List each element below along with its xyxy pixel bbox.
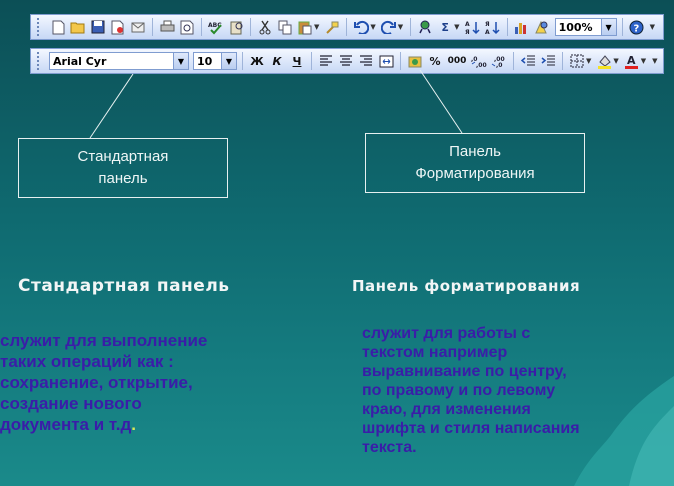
borders-dropdown-icon[interactable]: ▼ — [586, 57, 591, 65]
thousands-button[interactable]: 000 — [446, 52, 468, 70]
fill-color-dropdown-icon[interactable]: ▼ — [613, 57, 618, 65]
font-size-combo[interactable]: 10 ▼ — [193, 52, 237, 70]
standard-callout: Стандартная панель — [18, 138, 228, 198]
toolbar-separator — [311, 52, 312, 70]
currency-icon[interactable] — [406, 52, 424, 70]
standard-description-text: служит для выполнение таких операций как… — [0, 331, 208, 434]
svg-text:Я: Я — [485, 21, 490, 28]
help-icon[interactable]: ? — [628, 18, 646, 36]
toolbar-separator — [242, 52, 243, 70]
decrease-decimal-icon[interactable]: ,00,0 — [490, 52, 508, 70]
toolbar-grip[interactable] — [37, 18, 43, 36]
format-painter-icon[interactable] — [323, 18, 341, 36]
toolbar-separator — [621, 18, 623, 36]
paste-dropdown-icon[interactable]: ▼ — [314, 23, 319, 31]
svg-text:Я: Я — [465, 29, 470, 35]
toolbar-separator — [346, 18, 348, 36]
toolbar-separator — [513, 52, 514, 70]
toolbar-separator — [562, 52, 563, 70]
toolbar-options-icon[interactable]: ▼ — [652, 57, 657, 65]
toolbar-options-icon[interactable]: ▼ — [650, 23, 655, 31]
increase-indent-icon[interactable] — [539, 52, 557, 70]
undo-icon[interactable] — [352, 18, 370, 36]
increase-decimal-icon[interactable]: ,0,00 — [470, 52, 488, 70]
svg-text:A: A — [485, 29, 490, 35]
borders-icon[interactable] — [568, 52, 586, 70]
align-left-icon[interactable] — [317, 52, 335, 70]
open-icon[interactable] — [69, 18, 87, 36]
font-color-icon[interactable]: A — [623, 52, 641, 70]
standard-heading: Стандартная панель — [18, 276, 230, 296]
formatting-callout: Панель Форматирования — [365, 133, 585, 193]
chevron-down-icon[interactable]: ▼ — [600, 19, 616, 35]
chevron-down-icon[interactable]: ▼ — [173, 53, 188, 69]
drawing-icon[interactable] — [533, 18, 551, 36]
toolbar-separator — [400, 52, 401, 70]
underline-button[interactable]: Ч — [288, 52, 306, 70]
cut-icon[interactable] — [256, 18, 274, 36]
autosum-icon[interactable]: Σ — [436, 18, 454, 36]
hyperlink-icon[interactable] — [416, 18, 434, 36]
merge-center-icon[interactable] — [377, 52, 395, 70]
italic-button[interactable]: К — [268, 52, 286, 70]
toolbar-separator — [410, 18, 412, 36]
toolbar-separator — [506, 18, 508, 36]
save-icon[interactable] — [89, 18, 107, 36]
standard-toolbar: ABC ▼ ▼ ▼ Σ ▼ AЯ ЯA 100% ▼ ? ▼ — [30, 14, 664, 40]
research-icon[interactable] — [227, 18, 245, 36]
font-size-value: 10 — [197, 54, 213, 68]
bold-button[interactable]: Ж — [248, 52, 266, 70]
formatting-callout-text: Панель Форматирования — [415, 143, 535, 182]
standard-description: служит для выполнение таких операций как… — [0, 330, 330, 435]
svg-text:,0: ,0 — [496, 62, 502, 68]
formatting-toolbar: Arial Cyr ▼ 10 ▼ Ж К Ч % 000 ,0,00 ,00,0… — [30, 48, 664, 74]
standard-leader-line — [89, 73, 134, 139]
svg-text:A: A — [627, 54, 636, 67]
fill-color-icon[interactable] — [595, 52, 613, 70]
copy-icon[interactable] — [276, 18, 294, 36]
chevron-down-icon[interactable]: ▼ — [221, 53, 236, 69]
formatting-heading: Панель форматирования — [352, 277, 581, 295]
email-icon[interactable] — [129, 18, 147, 36]
sort-descending-icon[interactable]: ЯA — [484, 18, 502, 36]
print-icon[interactable] — [158, 18, 176, 36]
redo-icon[interactable] — [380, 18, 398, 36]
new-icon[interactable] — [49, 18, 67, 36]
zoom-value: 100% — [558, 20, 593, 34]
svg-text:,00: ,00 — [476, 62, 487, 68]
font-name-combo[interactable]: Arial Cyr ▼ — [49, 52, 189, 70]
decorative-corner — [574, 376, 674, 486]
spelling-icon[interactable]: ABC — [207, 18, 225, 36]
zoom-combo[interactable]: 100% ▼ — [554, 18, 617, 36]
formatting-leader-line — [419, 69, 463, 134]
svg-text:A: A — [465, 21, 470, 28]
toolbar-separator — [201, 18, 202, 36]
toolbar-separator — [250, 18, 251, 36]
paste-icon[interactable] — [296, 18, 314, 36]
undo-dropdown-icon[interactable]: ▼ — [370, 23, 375, 31]
autosum-dropdown-icon[interactable]: ▼ — [454, 23, 459, 31]
standard-description-end: . — [131, 415, 136, 434]
font-color-dropdown-icon[interactable]: ▼ — [641, 57, 646, 65]
redo-dropdown-icon[interactable]: ▼ — [398, 23, 403, 31]
decrease-indent-icon[interactable] — [519, 52, 537, 70]
font-name-value: Arial Cyr — [53, 54, 107, 68]
permission-icon[interactable] — [109, 18, 127, 36]
toolbar-grip[interactable] — [37, 52, 43, 70]
toolbar-separator — [152, 18, 153, 36]
align-center-icon[interactable] — [337, 52, 355, 70]
percent-button[interactable]: % — [426, 52, 444, 70]
sort-ascending-icon[interactable]: AЯ — [464, 18, 482, 36]
align-right-icon[interactable] — [357, 52, 375, 70]
standard-callout-text: Стандартная панель — [77, 148, 169, 187]
print-preview-icon[interactable] — [178, 18, 196, 36]
chart-wizard-icon[interactable] — [513, 18, 531, 36]
svg-text:?: ? — [634, 23, 640, 34]
